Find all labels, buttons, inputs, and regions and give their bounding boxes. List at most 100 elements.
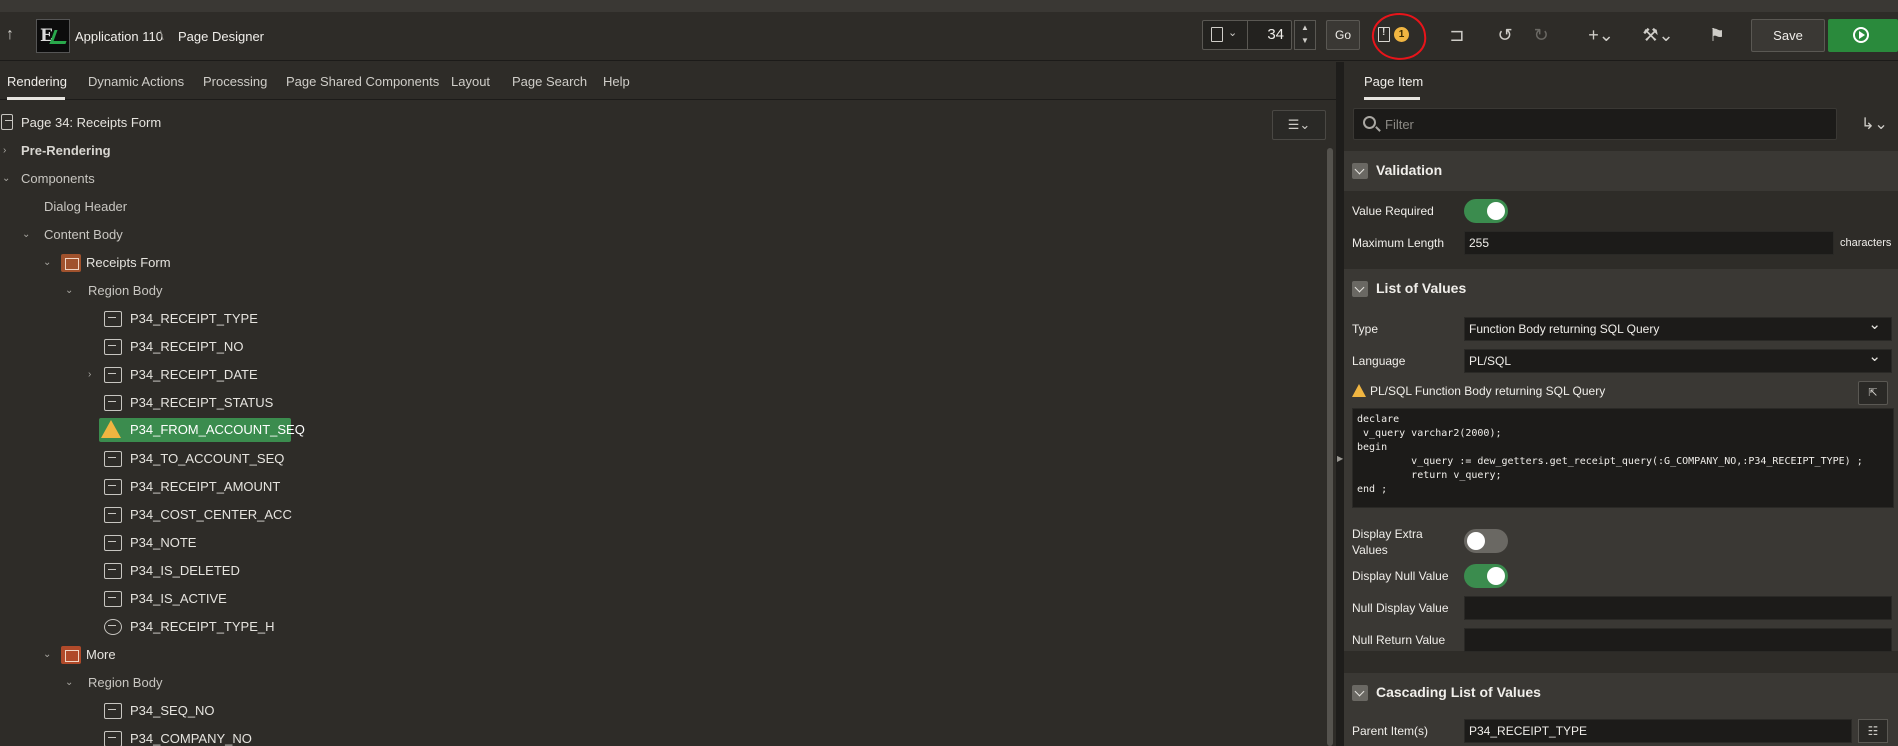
display-extra-line-1: Display Extra [1352, 527, 1423, 541]
tree-node-more[interactable]: More [86, 645, 116, 665]
code-region-icon [61, 646, 81, 664]
collapse-toggle-icon[interactable] [1352, 163, 1368, 179]
display-only-icon [104, 703, 122, 719]
tree-node-pre-rendering[interactable]: Pre-Rendering [21, 141, 111, 161]
page-number-stepper[interactable]: ▲ ▼ [1294, 20, 1316, 50]
tab-page-shared-components[interactable]: Page Shared Components [286, 74, 439, 89]
breadcrumb-application[interactable]: Application 110 [75, 29, 163, 44]
tree-node-region-body[interactable]: Region Body [88, 673, 162, 693]
tree-item[interactable]: P34_COST_CENTER_ACC [130, 505, 292, 525]
language-select[interactable]: PL/SQL [1464, 346, 1892, 373]
tree-node-region-body[interactable]: Region Body [88, 281, 162, 301]
expand-caret-icon[interactable]: › [88, 365, 91, 385]
plsql-code-editor[interactable]: declare v_query varchar2(2000); begin v_… [1352, 408, 1894, 508]
display-null-value-toggle[interactable] [1464, 564, 1508, 588]
collapse-caret-icon[interactable]: ⌄ [43, 253, 51, 273]
filter-input[interactable]: Filter [1353, 108, 1837, 140]
lov-type-select[interactable]: Function Body returning SQL Query [1464, 314, 1892, 341]
tree-item[interactable]: P34_RECEIPT_TYPE_H [130, 617, 275, 637]
collapse-toggle-icon[interactable] [1352, 281, 1368, 297]
number-field-icon [104, 479, 122, 495]
section-validation[interactable]: Validation [1344, 151, 1898, 191]
unlock-icon[interactable]: ⊐ [1444, 24, 1470, 48]
text-field-icon [104, 535, 122, 551]
max-length-input[interactable]: 255 [1464, 231, 1834, 255]
shared-components-icon[interactable]: ⚑ [1704, 24, 1730, 48]
undo-icon[interactable]: ↺ [1492, 24, 1518, 48]
tab-page-item[interactable]: Page Item [1364, 74, 1423, 89]
section-cascading-lov[interactable]: Cascading List of Values [1344, 673, 1898, 713]
tab-help[interactable]: Help [603, 74, 630, 89]
null-return-value-input[interactable] [1464, 628, 1892, 652]
hidden-item-icon [104, 619, 122, 635]
warning-icon [101, 420, 121, 438]
go-button[interactable]: Go [1326, 20, 1360, 50]
tree-scrollbar[interactable] [1327, 148, 1333, 746]
tree-item[interactable]: P34_RECEIPT_TYPE [130, 309, 258, 329]
tree-item[interactable]: P34_RECEIPT_STATUS [130, 393, 273, 413]
expand-caret-icon[interactable]: › [3, 141, 6, 161]
tree-node-receipts-form[interactable]: Receipts Form [86, 253, 171, 273]
list-picker-icon[interactable]: ☷ [1858, 719, 1888, 743]
collapse-caret-icon[interactable]: ⌄ [65, 281, 73, 301]
play-icon [1853, 27, 1869, 43]
value-required-toggle[interactable] [1464, 199, 1508, 223]
null-display-value-input[interactable] [1464, 596, 1892, 620]
lov-type-label: Type [1352, 322, 1379, 336]
tree-item[interactable]: P34_NOTE [130, 533, 196, 553]
page-number-input[interactable]: 34 [1247, 21, 1292, 49]
tree-item-selected[interactable]: P34_FROM_ACCOUNT_SEQ [99, 418, 305, 442]
left-tabs: Rendering Dynamic Actions Processing Pag… [0, 62, 1343, 100]
tree-item[interactable]: P34_RECEIPT_AMOUNT [130, 477, 280, 497]
active-tab-indicator [7, 97, 65, 100]
display-extra-values-toggle[interactable] [1464, 529, 1508, 553]
tree-item[interactable]: P34_IS_DELETED [130, 561, 240, 581]
display-extra-values-label: Display Extra Values [1352, 526, 1423, 558]
tree-item[interactable]: P34_SEQ_NO [130, 701, 215, 721]
tree-item[interactable]: P34_COMPANY_NO [130, 729, 252, 746]
tree-node-components[interactable]: Components [21, 169, 95, 189]
parent-items-label: Parent Item(s) [1352, 724, 1429, 738]
chevron-down-icon[interactable]: ⌄ [1228, 26, 1237, 39]
parent-items-input[interactable]: P34_RECEIPT_TYPE [1464, 719, 1852, 743]
create-menu-icon[interactable]: +⌄ [1584, 24, 1618, 48]
tab-dynamic-actions[interactable]: Dynamic Actions [88, 74, 184, 89]
collapse-caret-icon[interactable]: ⌄ [2, 169, 10, 189]
display-extra-line-2: Values [1352, 543, 1388, 557]
popup-lov-icon [104, 451, 122, 467]
collapse-caret-icon[interactable]: ⌄ [65, 673, 73, 693]
page-selector[interactable]: ⌄ 34 [1202, 20, 1292, 50]
tab-processing[interactable]: Processing [203, 74, 267, 89]
popup-lov-icon [104, 507, 122, 523]
tree-menu-button[interactable]: ☰⌄ [1272, 110, 1326, 140]
tab-rendering[interactable]: Rendering [7, 74, 67, 89]
tree-node-content-body[interactable]: Content Body [44, 225, 123, 245]
collapse-toggle-icon[interactable] [1352, 685, 1368, 701]
save-button[interactable]: Save [1751, 19, 1825, 52]
pane-splitter[interactable]: ▶ [1336, 62, 1344, 746]
redo-icon[interactable]: ↻ [1528, 24, 1554, 48]
collapse-caret-icon[interactable]: ⌄ [43, 645, 51, 665]
tree-node-page[interactable]: Page 34: Receipts Form [21, 113, 161, 133]
null-return-value-label: Null Return Value [1352, 633, 1446, 647]
tree-item[interactable]: P34_RECEIPT_DATE [130, 365, 258, 385]
max-length-unit: characters [1840, 237, 1892, 249]
utilities-menu-icon[interactable]: ⚒⌄ [1638, 24, 1678, 48]
collapse-caret-icon[interactable]: ⌄ [22, 225, 30, 245]
tree-item[interactable]: P34_TO_ACCOUNT_SEQ [130, 449, 284, 469]
tab-page-search[interactable]: Page Search [512, 74, 587, 89]
open-code-editor-button[interactable]: ⇱ [1858, 381, 1888, 405]
value-required-label: Value Required [1352, 204, 1434, 218]
search-icon [1363, 116, 1376, 129]
section-title: Validation [1376, 162, 1443, 178]
up-arrow-icon[interactable]: ↑ [6, 26, 22, 46]
page-icon [1211, 27, 1223, 42]
tree-item[interactable]: P34_RECEIPT_NO [130, 337, 243, 357]
section-list-of-values[interactable]: List of Values [1344, 269, 1898, 309]
run-button[interactable] [1828, 19, 1898, 52]
tab-layout[interactable]: Layout [451, 74, 490, 89]
go-to-group-icon[interactable]: ↳⌄ [1861, 114, 1888, 134]
tree-node-dialog-header[interactable]: Dialog Header [44, 197, 127, 217]
tree-item[interactable]: P34_IS_ACTIVE [130, 589, 227, 609]
date-picker-icon [104, 367, 122, 383]
